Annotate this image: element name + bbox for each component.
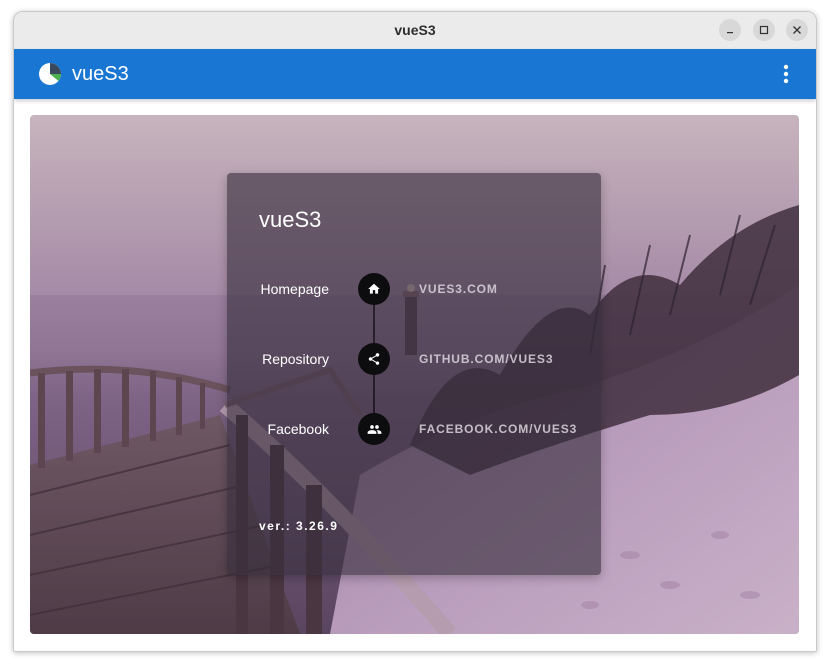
maximize-button[interactable]	[753, 19, 775, 41]
pie-chart-logo-icon	[39, 63, 62, 85]
card-title: vueS3	[259, 207, 322, 232]
facebook-label: Facebook	[267, 421, 329, 437]
homepage-dot	[358, 273, 390, 305]
close-icon	[793, 26, 801, 34]
facebook-dot	[358, 413, 390, 445]
homepage-label: Homepage	[260, 281, 330, 297]
maximize-icon	[759, 25, 769, 35]
info-card: vueS3 Homepage VUES3.COM Repository GITH…	[227, 173, 601, 575]
title-bar[interactable]: vueS3	[14, 12, 816, 50]
more-menu-button[interactable]	[774, 62, 798, 86]
repository-label: Repository	[262, 351, 329, 367]
window-title: vueS3	[394, 22, 436, 38]
app-title: vueS3	[72, 63, 129, 85]
timeline-item-facebook: Facebook FACEBOOK.COM/VUES3	[227, 413, 601, 445]
about-panel: vueS3 Homepage VUES3.COM Repository GITH…	[30, 115, 799, 634]
app-window: vueS3 vueS3 vueS3 Homepage VUES3.COM Rep…	[13, 11, 817, 652]
close-button[interactable]	[786, 19, 808, 41]
people-icon	[367, 424, 381, 434]
repository-link[interactable]: GITHUB.COM/VUES3	[419, 343, 553, 375]
home-icon	[368, 283, 380, 294]
facebook-link[interactable]: FACEBOOK.COM/VUES3	[419, 413, 577, 445]
share-icon	[368, 353, 380, 365]
app-bar: vueS3	[14, 49, 816, 99]
minimize-icon	[727, 32, 733, 34]
repository-dot	[358, 343, 390, 375]
timeline-item-homepage: Homepage VUES3.COM	[227, 273, 601, 305]
version-text: ver.: 3.26.9	[259, 519, 339, 533]
homepage-link[interactable]: VUES3.COM	[419, 273, 498, 305]
timeline-item-repository: Repository GITHUB.COM/VUES3	[227, 343, 601, 375]
more-vert-icon	[783, 64, 789, 84]
minimize-button[interactable]	[719, 19, 741, 41]
